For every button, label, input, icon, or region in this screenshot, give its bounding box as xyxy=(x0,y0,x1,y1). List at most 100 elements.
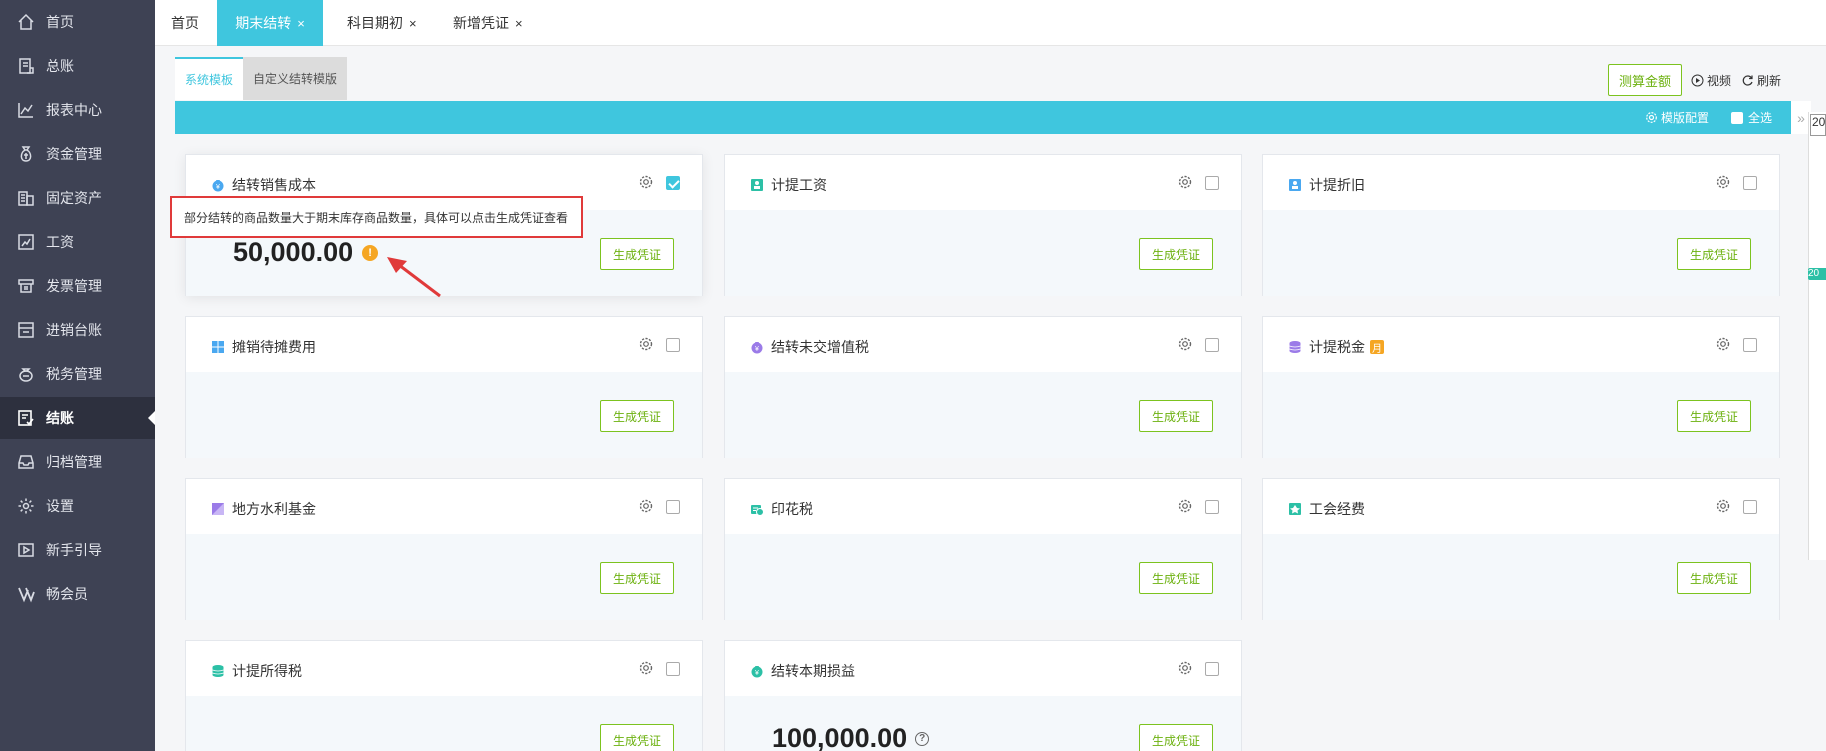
card-accrue-taxes: 计提税金 月 生成凭证 xyxy=(1262,316,1780,458)
card-checkbox[interactable] xyxy=(1743,500,1757,514)
close-icon[interactable]: × xyxy=(515,16,523,31)
tab-label: 科目期初 xyxy=(347,15,403,31)
sidebar-item-invoice[interactable]: 发票管理 xyxy=(0,265,155,307)
tab-system-template[interactable]: 系统模板 xyxy=(175,57,244,100)
card-amortize-prepaid: 摊销待摊费用 生成凭证 xyxy=(185,316,703,458)
close-icon[interactable]: × xyxy=(297,16,305,31)
side-panel-input[interactable]: 20 xyxy=(1810,114,1826,136)
template-config-link[interactable]: 模版配置 xyxy=(1645,109,1709,126)
play-icon xyxy=(1691,74,1704,86)
generate-voucher-button[interactable]: 生成凭证 xyxy=(1677,562,1751,594)
top-tab-bar: 首页 期末结转 × 科目期初 × 新增凭证 × xyxy=(155,0,1826,46)
generate-voucher-button[interactable]: 生成凭证 xyxy=(600,562,674,594)
card-checkbox[interactable] xyxy=(666,338,680,352)
tooltip-text: 部分结转的商品数量大于期末库存商品数量，具体可以点击生成凭证查看 xyxy=(184,210,569,225)
card-accrue-depreciation: 计提折旧 生成凭证 xyxy=(1262,154,1780,296)
card-title: 结转销售成本 xyxy=(232,177,316,193)
card-title: 计提所得税 xyxy=(232,663,302,679)
sidebar-item-reports[interactable]: 报表中心 xyxy=(0,89,155,131)
card-title: 结转未交增值税 xyxy=(771,339,869,355)
gear-icon[interactable] xyxy=(638,660,654,676)
gear-icon[interactable] xyxy=(638,174,654,190)
card-checkbox[interactable] xyxy=(1205,500,1219,514)
generate-voucher-button[interactable]: 生成凭证 xyxy=(600,400,674,432)
svg-text:¥: ¥ xyxy=(216,184,220,191)
tab-period-end-carryover[interactable]: 期末结转 × xyxy=(217,0,323,46)
gear-icon[interactable] xyxy=(1177,336,1193,352)
card-checkbox[interactable] xyxy=(1205,662,1219,676)
salary-icon xyxy=(16,232,36,252)
sidebar-item-archive[interactable]: 归档管理 xyxy=(0,441,155,483)
card-checkbox[interactable] xyxy=(1743,176,1757,190)
sidebar-item-vip[interactable]: 畅会员 xyxy=(0,573,155,615)
video-link[interactable]: 视频 xyxy=(1691,70,1731,90)
generate-voucher-button[interactable]: 生成凭证 xyxy=(1139,562,1213,594)
select-all-checkbox[interactable]: 全选 xyxy=(1731,109,1772,126)
gear-icon[interactable] xyxy=(1715,174,1731,190)
action-bar: 模版配置 全选 xyxy=(175,101,1791,134)
sidebar-item-label: 进销台账 xyxy=(46,322,102,338)
sidebar-item-home[interactable]: 首页 xyxy=(0,1,155,43)
generate-voucher-button[interactable]: 生成凭证 xyxy=(600,238,674,270)
generate-voucher-button[interactable]: 生成凭证 xyxy=(1139,400,1213,432)
sidebar-item-checkout[interactable]: 结账 xyxy=(0,397,155,439)
gear-icon[interactable] xyxy=(1715,498,1731,514)
card-checkbox[interactable] xyxy=(666,176,680,190)
sidebar-item-label: 资金管理 xyxy=(46,146,102,162)
sidebar-item-tax[interactable]: 税务管理 xyxy=(0,353,155,395)
sidebar-item-ledger[interactable]: 总账 xyxy=(0,45,155,87)
inventory-icon xyxy=(16,320,36,340)
card-checkbox[interactable] xyxy=(666,500,680,514)
card-local-water-fund: 地方水利基金 生成凭证 xyxy=(185,478,703,620)
salary-card-icon xyxy=(750,178,764,192)
sidebar-item-inventory[interactable]: 进销台账 xyxy=(0,309,155,351)
card-checkbox[interactable] xyxy=(1743,338,1757,352)
warning-icon[interactable]: ! xyxy=(362,244,379,261)
generate-voucher-button[interactable]: 生成凭证 xyxy=(1139,238,1213,270)
sidebar-item-label: 固定资产 xyxy=(46,190,102,206)
tab-new-voucher[interactable]: 新增凭证 × xyxy=(453,0,523,46)
generate-voucher-button[interactable]: 生成凭证 xyxy=(1139,724,1213,751)
gear-icon[interactable] xyxy=(1177,660,1193,676)
card-amount: 100,000.00 xyxy=(772,723,908,751)
tab-home[interactable]: 首页 xyxy=(171,0,221,46)
income-tax-icon xyxy=(211,664,225,678)
card-checkbox[interactable] xyxy=(1205,338,1219,352)
gear-icon[interactable] xyxy=(638,336,654,352)
gear-icon[interactable] xyxy=(638,498,654,514)
help-icon[interactable]: ? xyxy=(915,731,930,746)
gear-icon[interactable] xyxy=(1177,498,1193,514)
calculate-amount-button[interactable]: 测算金额 xyxy=(1608,64,1682,96)
sidebar-item-funds[interactable]: 资金管理 xyxy=(0,133,155,175)
stamp-tax-icon xyxy=(750,502,764,516)
gear-icon[interactable] xyxy=(1177,174,1193,190)
sidebar-item-label: 总账 xyxy=(46,58,74,74)
select-all-label: 全选 xyxy=(1748,111,1773,125)
ledger-icon xyxy=(16,56,36,76)
guide-icon xyxy=(16,540,36,560)
refresh-label: 刷新 xyxy=(1757,73,1782,88)
close-icon[interactable]: × xyxy=(409,16,417,31)
card-checkbox[interactable] xyxy=(666,662,680,676)
sidebar-item-salary[interactable]: 工资 xyxy=(0,221,155,263)
sidebar-item-fixed-assets[interactable]: 固定资产 xyxy=(0,177,155,219)
sidebar-item-label: 报表中心 xyxy=(46,102,102,118)
card-accrue-salary: 计提工资 生成凭证 xyxy=(724,154,1242,296)
card-checkbox[interactable] xyxy=(1205,176,1219,190)
generate-voucher-button[interactable]: 生成凭证 xyxy=(600,724,674,751)
sidebar-item-guide[interactable]: 新手引导 xyxy=(0,529,155,571)
card-carryover-profit-loss: ¥ 结转本期损益 100,000.00 ? 生成凭证 xyxy=(724,640,1242,751)
svg-text:¥: ¥ xyxy=(755,670,759,677)
gear-icon[interactable] xyxy=(1715,336,1731,352)
generate-voucher-button[interactable]: 生成凭证 xyxy=(1677,400,1751,432)
tab-opening-balance[interactable]: 科目期初 × xyxy=(347,0,417,46)
tab-label: 期末结转 xyxy=(235,15,292,31)
tab-custom-template[interactable]: 自定义结转模版 xyxy=(243,57,348,100)
sidebar-item-label: 税务管理 xyxy=(46,366,102,382)
card-title: 计提税金 xyxy=(1309,339,1365,355)
sidebar-item-settings[interactable]: 设置 xyxy=(0,485,155,527)
card-title: 计提工资 xyxy=(771,177,827,193)
refresh-link[interactable]: 刷新 xyxy=(1741,70,1781,90)
generate-voucher-button[interactable]: 生成凭证 xyxy=(1677,238,1751,270)
card-amount: 50,000.00 xyxy=(233,237,354,267)
